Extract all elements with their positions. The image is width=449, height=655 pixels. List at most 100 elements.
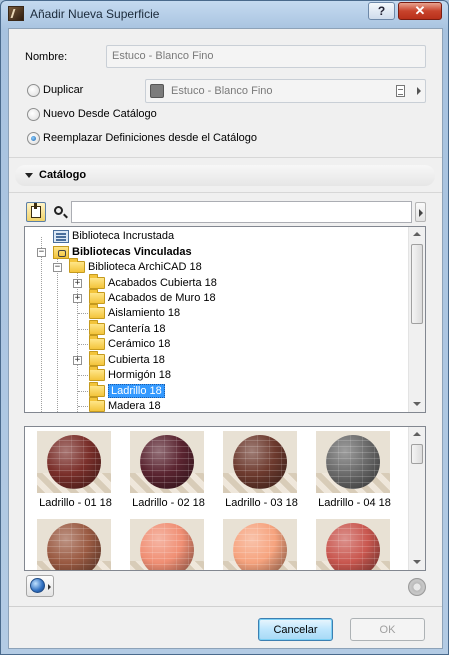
material-swatch-icon xyxy=(150,84,164,98)
duplicar-label: Duplicar xyxy=(43,84,84,96)
settings-button[interactable] xyxy=(408,578,426,596)
ok-button[interactable]: OK xyxy=(350,618,425,641)
material-label: Ladrillo - 02 18 xyxy=(132,497,205,509)
tree-item-biblioteca-archicad[interactable]: Biblioteca ArchiCAD 18 xyxy=(69,258,202,275)
material-label: Ladrillo - 03 18 xyxy=(225,497,298,509)
material-preview xyxy=(316,431,390,493)
material-preview xyxy=(316,519,390,570)
scroll-down-icon[interactable] xyxy=(413,560,421,564)
scroll-up-icon[interactable] xyxy=(413,432,421,436)
tree-item-label: Cerámico 18 xyxy=(108,338,171,350)
tree-item-label: Biblioteca ArchiCAD 18 xyxy=(88,261,202,273)
material-sphere xyxy=(233,435,287,489)
library-manager-button[interactable] xyxy=(26,575,54,597)
divider xyxy=(9,157,442,158)
nuevo-label: Nuevo Desde Catálogo xyxy=(43,108,157,120)
archicad-app-icon xyxy=(8,6,24,21)
folder-icon xyxy=(89,304,105,320)
triangle-down-icon xyxy=(25,173,33,178)
folder-icon xyxy=(89,274,105,290)
material-tile[interactable] xyxy=(308,519,401,570)
chevron-right-icon xyxy=(48,584,51,590)
duplicar-value: Estuco - Blanco Fino xyxy=(171,85,273,97)
tree-item-aislamiento[interactable]: Aislamiento 18 xyxy=(89,304,180,321)
expand-icon[interactable]: + xyxy=(73,356,82,365)
folder-icon xyxy=(89,289,105,305)
material-tile[interactable]: Ladrillo - 04 18 xyxy=(308,431,401,513)
catalog-section-title: Catálogo xyxy=(39,169,87,181)
material-tile[interactable]: Ladrillo - 01 18 xyxy=(29,431,122,513)
folder-icon xyxy=(69,258,85,274)
tree-item-label: Bibliotecas Vinculadas xyxy=(72,246,192,258)
material-tile[interactable] xyxy=(29,519,122,570)
search-icon xyxy=(54,206,63,215)
scroll-up-icon[interactable] xyxy=(413,232,421,236)
tree-guide-line xyxy=(57,254,58,412)
expand-icon[interactable]: + xyxy=(73,279,82,288)
tree-item-ceramico[interactable]: Cerámico 18 xyxy=(89,335,171,352)
tree-item-label-selected: Ladrillo 18 xyxy=(108,384,165,398)
material-sphere xyxy=(47,435,101,489)
globe-icon xyxy=(30,578,45,593)
scroll-thumb[interactable] xyxy=(411,244,423,324)
scroll-thumb[interactable] xyxy=(411,444,423,464)
scroll-down-icon[interactable] xyxy=(413,402,421,406)
material-tile[interactable] xyxy=(122,519,215,570)
finder-toggle-button[interactable] xyxy=(26,202,46,222)
tree-item-biblioteca-incrustada[interactable]: Biblioteca Incrustada xyxy=(53,229,174,244)
expand-icon[interactable]: + xyxy=(73,294,82,303)
cancel-button[interactable]: Cancelar xyxy=(258,618,333,641)
nuevo-radio[interactable] xyxy=(27,108,40,121)
material-tile[interactable] xyxy=(215,519,308,570)
material-preview xyxy=(130,431,204,493)
tree-item-madera[interactable]: Madera 18 xyxy=(89,397,161,412)
gallery-scrollbar[interactable] xyxy=(408,427,425,570)
tree-item-acabados-cubierta[interactable]: Acabados Cubierta 18 xyxy=(89,274,217,291)
folder-icon xyxy=(89,335,105,351)
nombre-label: Nombre: xyxy=(25,51,68,63)
material-sphere xyxy=(326,523,380,570)
search-options-button[interactable] xyxy=(415,202,426,222)
dialog-body: Nombre: Estuco - Blanco Fino Duplicar Es… xyxy=(8,28,443,649)
tree-guide-line xyxy=(78,344,88,345)
duplicar-dropdown[interactable]: Estuco - Blanco Fino xyxy=(145,79,426,103)
divider xyxy=(9,192,442,193)
tree-item-hormigon[interactable]: Hormigón 18 xyxy=(89,366,171,383)
help-button[interactable]: ? xyxy=(368,2,395,20)
close-button[interactable]: ✕ xyxy=(398,2,442,20)
footer-divider xyxy=(9,606,442,607)
tree-scrollbar[interactable] xyxy=(408,227,425,412)
folder-icon xyxy=(89,397,105,412)
title-bar[interactable]: Añadir Nueva Superficie ? ✕ xyxy=(1,1,448,27)
tree-item-label: Acabados Cubierta 18 xyxy=(108,277,217,289)
tree-item-cubierta[interactable]: Cubierta 18 xyxy=(89,351,165,368)
material-sphere xyxy=(140,523,194,570)
tree-item-label: Cubierta 18 xyxy=(108,354,165,366)
tree-guide-line xyxy=(78,375,88,376)
material-sphere xyxy=(140,435,194,489)
tree-guide-line xyxy=(78,406,88,407)
material-tile[interactable]: Ladrillo - 03 18 xyxy=(215,431,308,513)
reemplazar-radio[interactable] xyxy=(27,132,40,145)
document-icon xyxy=(396,85,405,97)
folder-icon xyxy=(89,351,105,367)
material-preview xyxy=(223,519,297,570)
tree-item-canteria[interactable]: Cantería 18 xyxy=(89,320,165,337)
material-label: Ladrillo - 01 18 xyxy=(39,497,112,509)
material-tile[interactable]: Ladrillo - 02 18 xyxy=(122,431,215,513)
material-label: Ladrillo - 04 18 xyxy=(318,497,391,509)
window-title: Añadir Nueva Superficie xyxy=(30,7,160,21)
collapse-icon[interactable]: − xyxy=(37,248,46,257)
catalog-tree[interactable]: Biblioteca Incrustada − Bibliotecas Vinc… xyxy=(24,226,426,413)
folder-icon xyxy=(89,366,105,382)
tree-item-acabados-muro[interactable]: Acabados de Muro 18 xyxy=(89,289,216,306)
tree-item-label: Biblioteca Incrustada xyxy=(72,230,175,242)
material-gallery[interactable]: Ladrillo - 01 18 Ladrillo - 02 18 Ladrillo… xyxy=(24,426,426,571)
search-input[interactable] xyxy=(71,201,412,223)
material-sphere xyxy=(47,523,101,570)
duplicar-radio[interactable] xyxy=(27,84,40,97)
nombre-field[interactable]: Estuco - Blanco Fino xyxy=(106,45,426,68)
tree-item-ladrillo[interactable]: Ladrillo 18 xyxy=(89,382,165,399)
collapse-icon[interactable]: − xyxy=(53,263,62,272)
tree-guide-line xyxy=(78,329,88,330)
